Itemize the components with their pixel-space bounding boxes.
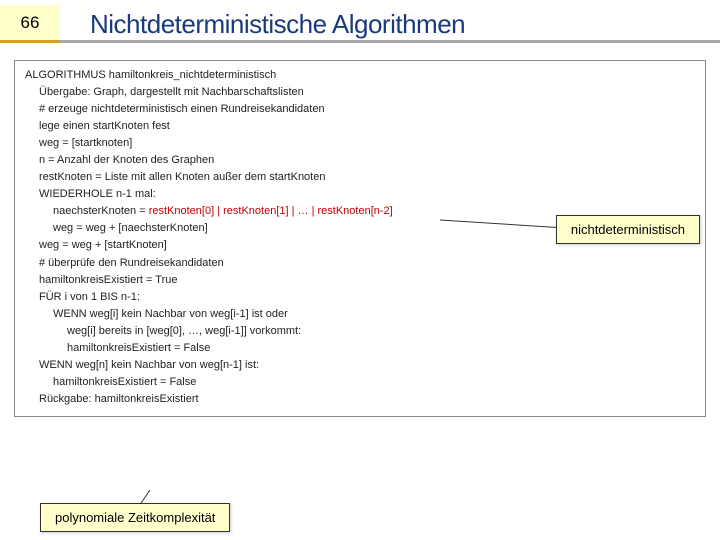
slide-title: Nichtdeterministische Algorithmen [60, 9, 720, 40]
slide-header: 66 Nichtdeterministische Algorithmen [0, 0, 720, 48]
algo-line: Rückgabe: hamiltonkreisExistiert [25, 391, 695, 408]
slide-number: 66 [0, 5, 60, 43]
algo-text: naechsterKnoten = [53, 205, 149, 217]
algo-comment: # überprüfe den Rundreisekandidaten [25, 255, 695, 272]
algo-nondet-choice: restKnoten[0] | restKnoten[1] | … | rest… [149, 205, 393, 217]
algo-line: WENN weg[n] kein Nachbar von weg[n-1] is… [25, 357, 695, 374]
algo-line: FÜR i von 1 BIS n-1: [25, 289, 695, 306]
algo-line: ALGORITHMUS hamiltonkreis_nichtdetermini… [25, 67, 695, 84]
algo-line: Übergabe: Graph, dargestellt mit Nachbar… [25, 84, 695, 101]
algo-line: WIEDERHOLE n-1 mal: [25, 186, 695, 203]
header-underline [0, 40, 720, 43]
algo-line: WENN weg[i] kein Nachbar von weg[i-1] is… [25, 306, 695, 323]
algo-line: hamiltonkreisExistiert = False [25, 374, 695, 391]
algo-line: restKnoten = Liste mit allen Knoten auße… [25, 169, 695, 186]
algo-comment: # erzeuge nichtdeterministisch einen Run… [25, 101, 695, 118]
algo-line: hamiltonkreisExistiert = False [25, 340, 695, 357]
algo-line: weg[i] bereits in [weg[0], …, weg[i-1]] … [25, 323, 695, 340]
algo-line: lege einen startKnoten fest [25, 118, 695, 135]
algo-line: hamiltonkreisExistiert = True [25, 272, 695, 289]
algo-line: n = Anzahl der Knoten des Graphen [25, 152, 695, 169]
callout-nondeterministic: nichtdeterministisch [556, 215, 700, 244]
algo-line: weg = [startknoten] [25, 135, 695, 152]
callout-complexity: polynomiale Zeitkomplexität [40, 503, 230, 532]
